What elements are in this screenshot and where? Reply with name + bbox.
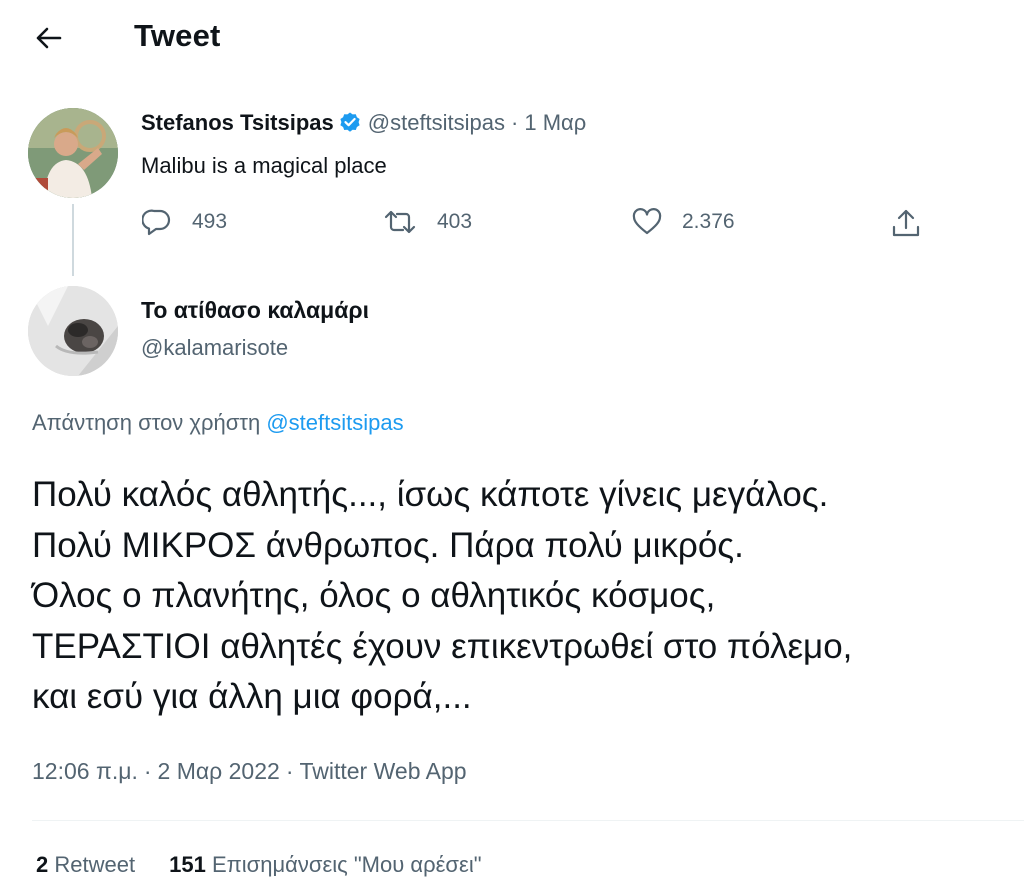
retweets-label: Retweet bbox=[54, 852, 136, 877]
avatar[interactable] bbox=[28, 286, 118, 376]
profile-photo-icon bbox=[28, 286, 118, 376]
tweet-date[interactable]: 1 Μαρ bbox=[524, 110, 586, 136]
likes-count: 151 bbox=[169, 852, 206, 877]
tweet-text-line: Πολύ ΜΙΚΡΟΣ άνθρωπος. Πάρα πολύ μικρός. bbox=[32, 525, 744, 565]
author-handle[interactable]: @kalamarisote bbox=[141, 335, 288, 361]
tweet-text-line: Πολύ καλός αθλητής..., ίσως κάποτε γίνει… bbox=[32, 475, 829, 514]
verified-badge-icon bbox=[338, 111, 362, 135]
author-name[interactable]: Το ατίθασο καλαμάρι bbox=[141, 297, 369, 324]
tweet-author-row: Stefanos Tsitsipas @steftsitsipas · 1 Μα… bbox=[141, 110, 586, 136]
likes-label: Επισημάνσεις "Μου αρέσει" bbox=[211, 852, 482, 877]
tweet-text: Malibu is a magical place bbox=[141, 153, 387, 178]
replying-to: Απάντηση στον χρήστη @steftsitsipas bbox=[32, 410, 404, 436]
retweet-count: 403 bbox=[437, 210, 473, 233]
retweets-stat[interactable]: 2 Retweet bbox=[36, 852, 135, 877]
thread-connector bbox=[72, 204, 74, 276]
author-name[interactable]: Stefanos Tsitsipas bbox=[141, 110, 334, 136]
heart-icon bbox=[632, 208, 662, 235]
tweet-meta: 12:06 π.μ. · 2 Μαρ 2022 · Twitter Web App bbox=[32, 758, 467, 785]
tweet-date[interactable]: 2 Μαρ 2022 bbox=[158, 758, 280, 784]
separator-dot: · bbox=[285, 758, 294, 784]
reply-button[interactable]: 493 bbox=[142, 208, 227, 236]
avatar[interactable] bbox=[28, 108, 118, 198]
retweet-button[interactable]: 403 bbox=[383, 208, 472, 236]
comment-icon bbox=[142, 209, 171, 236]
likes-stat[interactable]: 151 Επισημάνσεις "Μου αρέσει" bbox=[169, 852, 481, 877]
page-header: Tweet bbox=[0, 0, 1024, 78]
retweet-icon bbox=[384, 210, 416, 234]
separator-dot: · bbox=[511, 110, 519, 135]
retweets-count: 2 bbox=[36, 852, 49, 877]
tweet-time[interactable]: 12:06 π.μ. bbox=[32, 758, 138, 784]
tweet-text-line: και εσύ για άλλη μια φορά,... bbox=[32, 677, 472, 716]
back-button[interactable] bbox=[30, 20, 66, 56]
reply-count: 493 bbox=[192, 210, 228, 233]
tweet-source[interactable]: Twitter Web App bbox=[299, 758, 466, 784]
tweet-text-line: ΤΕΡΑΣΤΙΟΙ αθλητές έχουν επικεντρωθεί στο… bbox=[32, 626, 853, 666]
page-title: Tweet bbox=[134, 18, 221, 53]
tweet-text: Πολύ καλός αθλητής..., ίσως κάποτε γίνει… bbox=[32, 470, 852, 723]
divider bbox=[32, 820, 1024, 821]
arrow-left-icon bbox=[36, 27, 62, 49]
engagement-stats: 2 Retweet 151 Επισημάνσεις "Μου αρέσει" bbox=[36, 852, 482, 878]
mention-link[interactable]: @steftsitsipas bbox=[266, 410, 403, 435]
share-icon bbox=[892, 209, 920, 237]
tweet-text-line: Όλος ο πλανήτης, όλος ο αθλητικός κόσμος… bbox=[32, 576, 716, 615]
like-button[interactable]: 2.376 bbox=[632, 208, 735, 236]
profile-photo-icon bbox=[28, 108, 118, 198]
replying-to-label: Απάντηση στον χρήστη bbox=[32, 410, 261, 435]
separator-dot: · bbox=[143, 758, 152, 784]
like-count: 2.376 bbox=[682, 210, 735, 233]
author-handle[interactable]: @steftsitsipas bbox=[368, 110, 505, 136]
share-button[interactable] bbox=[890, 208, 922, 240]
